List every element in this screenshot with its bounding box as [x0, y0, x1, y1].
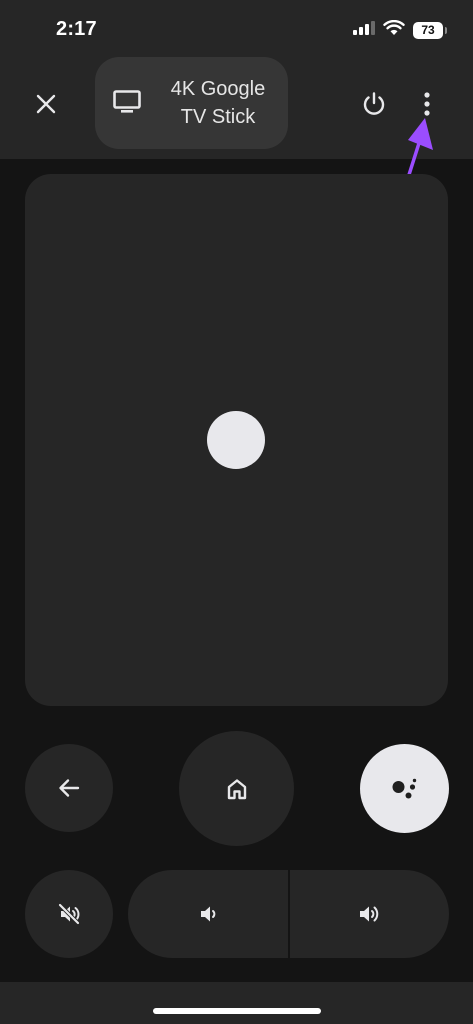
touchpad-center-dot: [207, 411, 265, 469]
volume-down-icon: [201, 906, 216, 922]
volume-control: [128, 870, 449, 958]
battery-icon: 73: [413, 22, 447, 39]
back-button[interactable]: [25, 744, 113, 832]
mute-button[interactable]: [25, 870, 113, 958]
device-selector[interactable]: 4K Google TV Stick: [95, 57, 288, 149]
home-icon: [227, 778, 246, 799]
close-button[interactable]: [26, 84, 66, 124]
touchpad[interactable]: [25, 174, 448, 706]
volume-up-button[interactable]: [290, 870, 449, 958]
volume-down-button[interactable]: [128, 870, 288, 958]
status-time: 2:17: [56, 18, 97, 40]
status-bar: 2:17 73: [0, 0, 473, 56]
more-vert-icon: [424, 92, 430, 116]
power-button[interactable]: [354, 84, 394, 124]
google-assistant-icon: [392, 778, 416, 798]
wifi-icon: [383, 19, 405, 41]
volume-off-icon: [58, 903, 80, 925]
signal-icon: [353, 21, 375, 40]
assistant-button[interactable]: [360, 744, 449, 833]
arrow-left-icon: [59, 779, 80, 797]
remote-header: 4K Google TV Stick: [0, 56, 473, 159]
more-options-button[interactable]: [412, 84, 442, 124]
status-icons: 73: [353, 19, 447, 41]
tv-icon: [113, 90, 141, 119]
volume-up-icon: [359, 906, 378, 922]
bottom-bar: [0, 982, 473, 1024]
home-indicator[interactable]: [153, 1008, 321, 1014]
home-button[interactable]: [179, 731, 294, 846]
tv-remote-screen: 2:17 73 4K Google TV Stick: [0, 0, 473, 1024]
device-name: 4K Google TV Stick: [170, 78, 266, 128]
close-icon: [36, 94, 56, 114]
power-icon: [363, 92, 385, 115]
